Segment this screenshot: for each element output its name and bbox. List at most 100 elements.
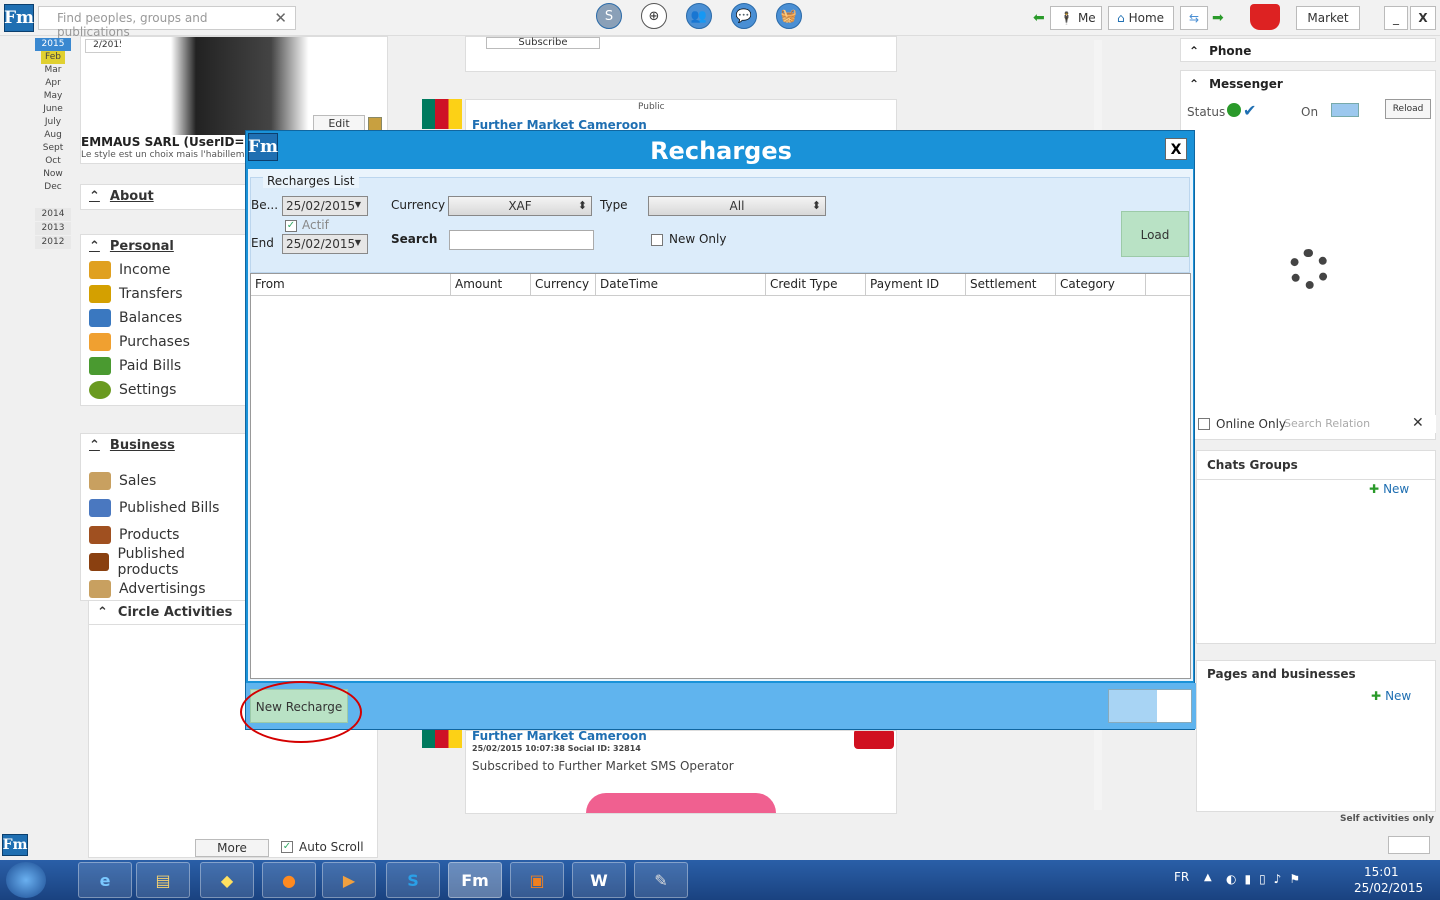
firefox-icon[interactable]: ● <box>262 862 316 898</box>
year-item[interactable]: 2014 <box>35 208 71 221</box>
globe-icon[interactable]: ⊕ <box>641 3 667 29</box>
month-item[interactable]: May <box>35 90 71 103</box>
month-item[interactable]: June <box>35 103 71 116</box>
ie-icon[interactable]: e <box>78 862 132 898</box>
month-item[interactable]: Dec <box>35 181 71 194</box>
refresh-button[interactable]: ⇆ <box>1180 6 1208 30</box>
close-app-button[interactable]: X <box>1410 6 1436 30</box>
business-label[interactable]: Business <box>110 438 175 453</box>
fm-taskbar-icon[interactable]: Fm <box>448 862 502 898</box>
collapse-icon[interactable]: ⌃ <box>89 239 100 254</box>
menu-settings[interactable]: Settings <box>89 378 241 402</box>
edit-photo-icon[interactable] <box>368 117 382 131</box>
start-button-icon[interactable] <box>6 862 46 898</box>
tray-arrow-icon[interactable]: ▲ <box>1204 872 1212 883</box>
col-datetime[interactable]: DateTime <box>596 274 766 295</box>
home-button[interactable]: ⌂ Home <box>1108 6 1174 30</box>
basket-icon[interactable]: 🧺 <box>776 3 802 29</box>
post-title[interactable]: Further Market Cameroon <box>472 731 647 743</box>
collapse-icon[interactable]: ⌃ <box>89 438 100 453</box>
fm-logo[interactable]: Fm <box>4 4 34 32</box>
collapse-icon[interactable]: ⌃ <box>1189 44 1199 58</box>
menu-purchases[interactable]: Purchases <box>89 330 241 354</box>
more-button[interactable]: More <box>195 839 269 857</box>
menu-income[interactable]: Income <box>89 258 241 282</box>
menu-transfers[interactable]: Transfers <box>89 282 241 306</box>
month-item[interactable]: Oct <box>35 155 71 168</box>
month-item[interactable]: Sept <box>35 142 71 155</box>
col-credit-type[interactable]: Credit Type <box>766 274 866 295</box>
top-bar: Fm Find peoples, groups and publications… <box>0 0 1440 39</box>
menu-paid-bills[interactable]: Paid Bills <box>89 354 241 378</box>
back-arrow-icon[interactable]: ⬅ <box>1033 10 1045 26</box>
tray-icons[interactable]: ◐▮▯♪⚑ <box>1226 872 1308 886</box>
actif-checkbox[interactable]: ✓ <box>285 220 297 232</box>
col-amount[interactable]: Amount <box>451 274 531 295</box>
year-item[interactable]: 2012 <box>35 236 71 249</box>
col-payment-id[interactable]: Payment ID <box>866 274 966 295</box>
about-section[interactable]: ⌃ About <box>80 184 250 210</box>
month-item[interactable]: Now <box>35 168 71 181</box>
new-only-checkbox[interactable] <box>651 234 663 246</box>
menu-sales[interactable]: Sales <box>89 467 241 494</box>
modal-close-button[interactable]: X <box>1165 138 1187 160</box>
load-button[interactable]: Load <box>1121 211 1189 257</box>
menu-published-bills[interactable]: Published Bills <box>89 494 241 521</box>
global-search-input[interactable]: Find peoples, groups and publications ✕ <box>38 6 296 39</box>
new-chat-group-button[interactable]: ✚ New <box>1369 482 1409 496</box>
new-page-button[interactable]: ✚ New <box>1371 689 1411 703</box>
reload-button[interactable]: Reload <box>1385 99 1431 119</box>
people-icon[interactable]: 👥 <box>686 3 712 29</box>
market-button[interactable]: Market <box>1296 6 1360 30</box>
me-button[interactable]: 🕴 Me <box>1050 6 1102 30</box>
menu-balances[interactable]: Balances <box>89 306 241 330</box>
type-select[interactable]: All <box>648 196 826 216</box>
clear-search-icon[interactable]: ✕ <box>274 9 287 27</box>
end-date-picker[interactable]: 25/02/2015 <box>282 234 368 254</box>
menu-published-products[interactable]: Published products <box>89 546 241 578</box>
col-settlement[interactable]: Settlement <box>966 274 1056 295</box>
market-basket-icon[interactable] <box>1250 4 1280 30</box>
online-only-checkbox[interactable] <box>1198 418 1210 430</box>
subscribe-button[interactable]: Subscribe <box>486 37 600 49</box>
footer-toggle[interactable] <box>1108 689 1192 723</box>
status-toggle[interactable] <box>1331 103 1359 117</box>
collapse-icon[interactable]: ⌃ <box>89 189 100 204</box>
month-feb[interactable]: Feb <box>41 51 65 64</box>
month-item[interactable]: July <box>35 116 71 129</box>
clear-relation-icon[interactable]: ✕ <box>1412 415 1424 431</box>
year-2015[interactable]: 2015 <box>35 38 71 51</box>
phone-section[interactable]: ⌃ Phone <box>1180 38 1436 62</box>
collapse-icon[interactable]: ⌃ <box>1189 77 1199 91</box>
col-category[interactable]: Category <box>1056 274 1146 295</box>
search-relation-input[interactable]: Search Relation <box>1284 417 1370 430</box>
month-item[interactable]: Mar <box>35 64 71 77</box>
skype-status-icon[interactable]: S <box>596 3 622 29</box>
menu-products[interactable]: Products <box>89 521 241 548</box>
screenshot-tool-icon[interactable]: ✎ <box>634 862 688 898</box>
word-icon[interactable]: W <box>572 862 626 898</box>
col-currency[interactable]: Currency <box>531 274 596 295</box>
year-item[interactable]: 2013 <box>35 222 71 235</box>
recharge-search-input[interactable] <box>449 230 594 250</box>
chat-icon[interactable]: 💬 <box>731 3 757 29</box>
media-player-icon[interactable]: ▶ <box>322 862 376 898</box>
self-activities-toggle[interactable] <box>1388 836 1430 854</box>
collapse-icon[interactable]: ⌃ <box>97 605 108 620</box>
forward-arrow-icon[interactable]: ➡ <box>1212 10 1224 26</box>
explorer-icon[interactable]: ▤ <box>136 862 190 898</box>
minimize-button[interactable]: _ <box>1384 6 1408 30</box>
status-dropdown-icon[interactable]: ✔ <box>1243 101 1256 120</box>
currency-select[interactable]: XAF <box>448 196 592 216</box>
month-item[interactable]: Aug <box>35 129 71 142</box>
begin-date-picker[interactable]: 25/02/2015 <box>282 196 368 216</box>
personal-label[interactable]: Personal <box>110 239 174 254</box>
language-indicator[interactable]: FR <box>1174 870 1189 884</box>
pdf-icon[interactable]: ▣ <box>510 862 564 898</box>
col-from[interactable]: From <box>251 274 451 295</box>
skype-icon[interactable]: S <box>386 862 440 898</box>
month-item[interactable]: Apr <box>35 77 71 90</box>
menu-advertisings[interactable]: Advertisings <box>89 575 241 600</box>
auto-scroll-checkbox[interactable]: ✓ <box>281 841 293 853</box>
app-icon[interactable]: ◆ <box>200 862 254 898</box>
